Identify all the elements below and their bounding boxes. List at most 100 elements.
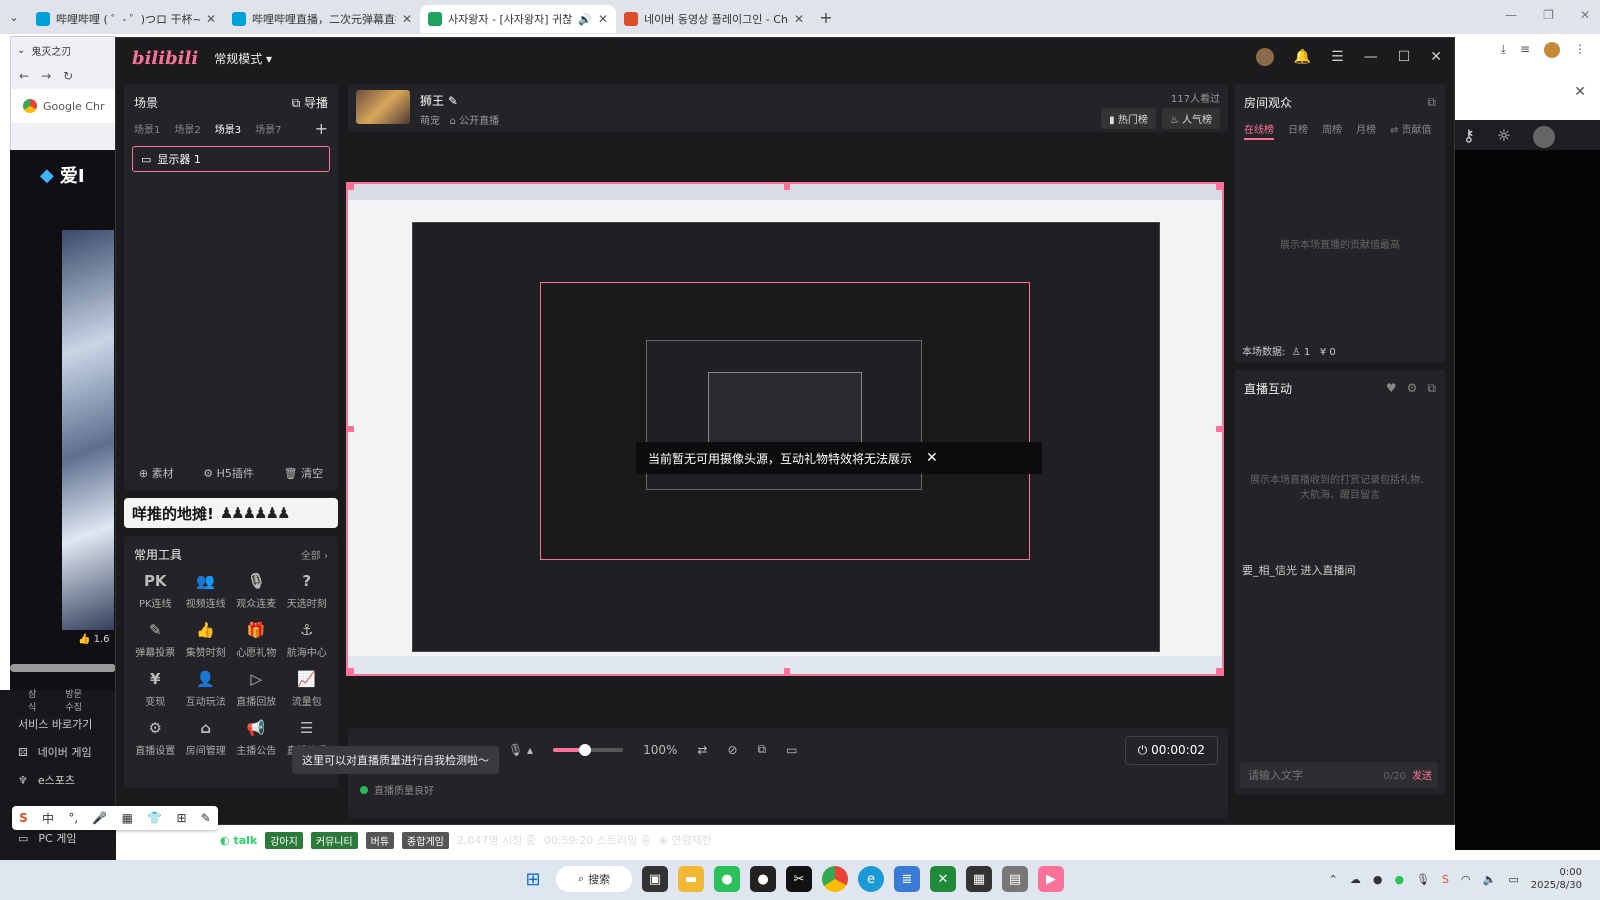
- ime-voice-icon[interactable]: 🎤: [92, 811, 107, 825]
- stream-cover[interactable]: [356, 90, 410, 124]
- tool-item[interactable]: 👥 视频连线: [181, 571, 232, 610]
- resize-handle[interactable]: [1216, 184, 1222, 190]
- settings-icon[interactable]: ⚙: [1407, 381, 1418, 396]
- nav-tab[interactable]: 삼식: [28, 687, 39, 713]
- key-icon[interactable]: ⚷: [1463, 126, 1475, 148]
- tool-item[interactable]: ⚙ 直播设置: [130, 718, 181, 757]
- tool-item[interactable]: 📢 主播公告: [231, 718, 282, 757]
- back-icon[interactable]: ←: [19, 69, 29, 83]
- tab-scene-3[interactable]: 场景3: [215, 121, 241, 136]
- ime-tray-icon[interactable]: S: [1442, 873, 1449, 886]
- gift-icon[interactable]: ♥: [1386, 381, 1397, 396]
- notepad-icon[interactable]: ≣: [894, 866, 920, 892]
- nav-tab[interactable]: 방문수집: [65, 687, 88, 713]
- taskbar-search[interactable]: ⌕ 搜索: [556, 866, 632, 892]
- nav-item-service[interactable]: 서비스 바로가기: [0, 710, 116, 738]
- document-icon[interactable]: ▤: [1002, 866, 1028, 892]
- game-icon[interactable]: ✕: [930, 866, 956, 892]
- tab-scene-1[interactable]: 场景1: [134, 121, 160, 136]
- microphone-icon[interactable]: 🎙 ▴: [508, 743, 533, 757]
- tag-chip[interactable]: 종합게임: [402, 831, 449, 849]
- volume-slider[interactable]: [553, 743, 624, 756]
- capcut-icon[interactable]: ✂: [786, 866, 812, 892]
- tool-item[interactable]: ▷ 直播回放: [231, 669, 282, 708]
- h5-plugin-button[interactable]: ⚙ H5插件: [203, 465, 254, 481]
- reload-icon[interactable]: ↻: [63, 69, 73, 83]
- tray-app-icon[interactable]: ●: [1373, 873, 1383, 886]
- quality-status[interactable]: 直播质量良好: [360, 782, 434, 797]
- nav-item-esports[interactable]: ♆ e스포츠: [0, 766, 116, 794]
- chzzk-talk-icon[interactable]: ◐ talk: [220, 834, 257, 847]
- tab-monthly[interactable]: 月榜: [1356, 121, 1376, 140]
- stream-preview[interactable]: [346, 182, 1224, 676]
- browser-tab-4[interactable]: 네이버 동영상 플레이그인 - Chr ✕: [616, 5, 812, 33]
- bell-icon[interactable]: 🔔: [1294, 49, 1311, 65]
- browser-tab-1[interactable]: 哔哩哔哩 ( ゜- ゜)つロ 干杯~-b ✕: [28, 5, 224, 33]
- tab-close-icon[interactable]: ✕: [598, 12, 608, 26]
- stream-visibility[interactable]: 公开直播: [459, 116, 499, 127]
- browser-tab-3[interactable]: 사자왕자 - [사자왕자] 귀찮 🔊 ✕: [420, 5, 616, 33]
- hot-rank-button[interactable]: ▮ 热门榜: [1101, 108, 1156, 129]
- resize-handle[interactable]: [348, 426, 354, 432]
- edge-icon[interactable]: e: [858, 866, 884, 892]
- ime-punctuation-toggle[interactable]: °,: [68, 811, 78, 825]
- chrome-icon[interactable]: [822, 866, 848, 892]
- minimize-icon[interactable]: —: [1505, 8, 1517, 22]
- ime-language-toggle[interactable]: 中: [42, 810, 54, 827]
- add-scene-button[interactable]: +: [315, 119, 328, 138]
- tool-item[interactable]: ¥ 变现: [130, 669, 181, 708]
- horizontal-scrollbar[interactable]: [10, 664, 116, 672]
- tab-contribution[interactable]: ⇌ 贡献值: [1390, 121, 1432, 140]
- mute-icon[interactable]: ⊘: [727, 743, 737, 757]
- bilibili-live-icon[interactable]: ▶: [1038, 866, 1064, 892]
- brightness-icon[interactable]: ☼: [1497, 126, 1511, 148]
- like-count[interactable]: 👍 1.6: [78, 634, 110, 645]
- close-icon[interactable]: ✕: [926, 450, 938, 466]
- ime-logo-icon[interactable]: S: [19, 811, 28, 825]
- close-icon[interactable]: ✕: [1574, 84, 1586, 100]
- forward-icon[interactable]: →: [41, 69, 51, 83]
- maximize-icon[interactable]: ☐: [1398, 49, 1411, 65]
- tag-chip[interactable]: 버튜: [365, 831, 395, 849]
- more-menu-icon[interactable]: ⋮: [1574, 42, 1586, 58]
- tag-chip[interactable]: 강아지: [265, 831, 303, 849]
- ime-skin-icon[interactable]: 👕: [147, 811, 162, 825]
- tool-item[interactable]: 📈 流量包: [282, 669, 333, 708]
- tab-search-icon[interactable]: ⌄: [0, 3, 28, 31]
- restore-icon[interactable]: ❐: [1543, 8, 1554, 22]
- tool-item[interactable]: ⌂ 房间管理: [181, 718, 232, 757]
- tool-item[interactable]: 🎁 心愿礼物: [231, 620, 282, 659]
- ime-toolbox-icon[interactable]: ⊞: [176, 811, 186, 825]
- resize-handle[interactable]: [348, 184, 354, 190]
- nav-item-naver-game[interactable]: ⚄ 네이버 게임: [0, 738, 116, 766]
- popout-icon[interactable]: ⧉: [1427, 381, 1436, 396]
- wechat-tray-icon[interactable]: ●: [1394, 873, 1404, 886]
- calculator-icon[interactable]: ▦: [966, 866, 992, 892]
- stream-title[interactable]: 狮王 ✎: [420, 92, 458, 109]
- tab-scene-2[interactable]: 场景2: [174, 121, 200, 136]
- tag-chip[interactable]: 커뮤니티: [310, 831, 358, 849]
- battery-icon[interactable]: ▭: [1508, 873, 1518, 886]
- speaker-icon[interactable]: 🔊: [578, 13, 592, 26]
- profile-avatar[interactable]: [1544, 42, 1560, 58]
- tab-close-icon[interactable]: ✕: [206, 12, 216, 26]
- system-clock[interactable]: 0:00 2025/8/30: [1531, 866, 1582, 892]
- send-button[interactable]: 发送: [1412, 767, 1432, 782]
- avatar[interactable]: [1255, 48, 1274, 66]
- tab-close-icon[interactable]: ✕: [402, 12, 412, 26]
- cloud-icon[interactable]: ☁: [1350, 873, 1361, 886]
- swap-icon[interactable]: ⇄: [697, 743, 707, 757]
- ime-keyboard-icon[interactable]: ▦: [122, 811, 133, 825]
- minimize-icon[interactable]: —: [1364, 49, 1378, 65]
- tool-item[interactable]: PK PK连线: [130, 571, 181, 610]
- tool-item[interactable]: ? 天选时刻: [282, 571, 333, 610]
- edit-icon[interactable]: ✎: [448, 94, 458, 108]
- tool-item[interactable]: ⚓ 航海中心: [282, 620, 333, 659]
- new-tab-button[interactable]: +: [812, 8, 840, 27]
- tools-all-link[interactable]: 全部 ›: [301, 547, 328, 562]
- download-icon[interactable]: ⤓: [1501, 42, 1506, 58]
- tab-online[interactable]: 在线榜: [1244, 121, 1274, 140]
- close-icon[interactable]: ✕: [1580, 8, 1590, 22]
- task-view-icon[interactable]: ▣: [642, 866, 668, 892]
- file-explorer-icon[interactable]: ▬: [678, 866, 704, 892]
